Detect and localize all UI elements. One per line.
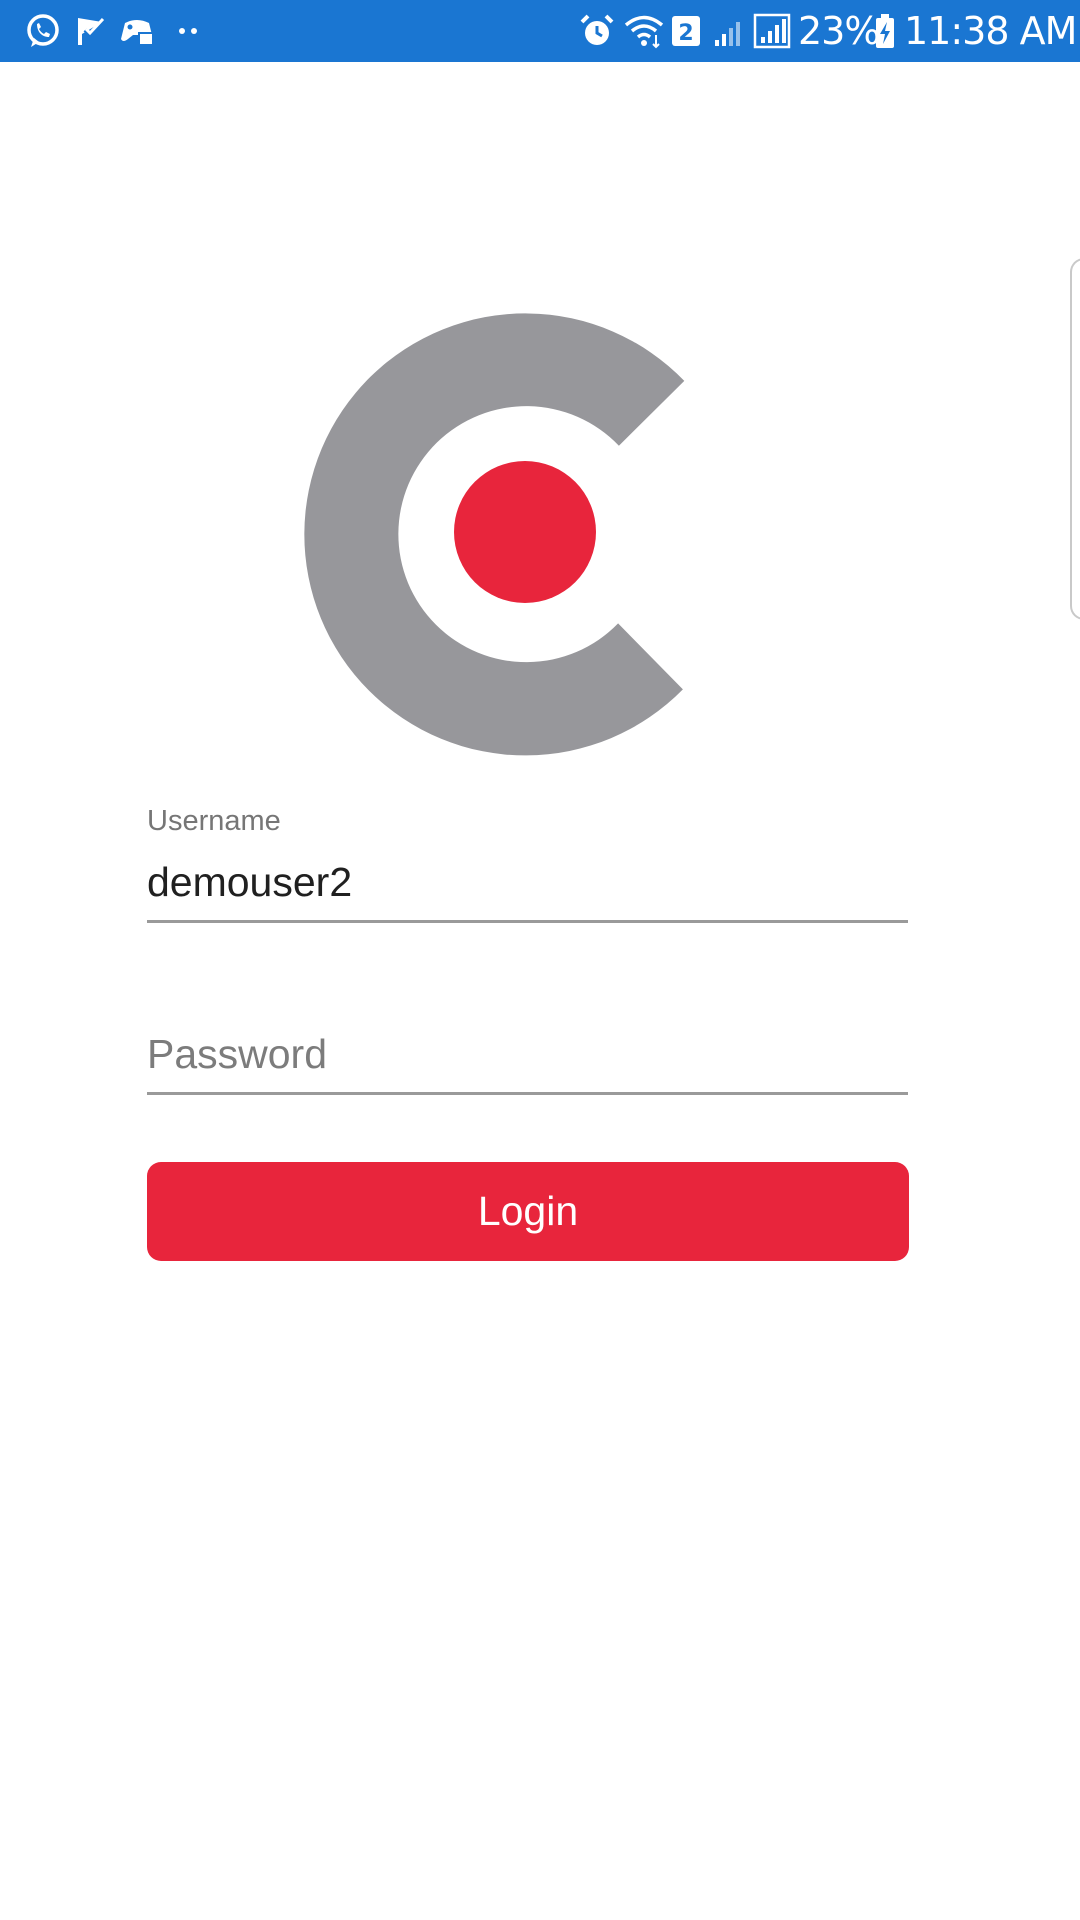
more-notifications-icon (174, 0, 204, 62)
check-flag-icon (72, 0, 110, 62)
username-underline (147, 920, 908, 923)
app-logo (300, 305, 760, 765)
password-underline (147, 1092, 908, 1095)
battery-charging-icon (872, 0, 898, 62)
username-input[interactable] (147, 852, 908, 912)
signal-icon (752, 0, 792, 62)
battery-percent: 23% (798, 9, 880, 53)
clock: 11:38 AM (904, 9, 1077, 53)
signal-icon (712, 0, 748, 62)
wifi-icon (622, 0, 666, 62)
game-controller-icon (118, 0, 156, 62)
status-bar: 2 23% 11:38 AM (0, 0, 1080, 62)
sim-slot-number: 2 (678, 21, 693, 46)
edge-panel-handle[interactable] (1070, 258, 1080, 620)
whatsapp-icon (22, 0, 64, 62)
alarm-icon (578, 0, 616, 62)
password-input[interactable] (147, 1024, 908, 1084)
username-field: Username (147, 805, 908, 925)
username-label: Username (147, 805, 281, 837)
sim-2-icon: 2 (670, 0, 702, 62)
login-button[interactable]: Login (147, 1162, 909, 1261)
brand-logo-icon (304, 313, 685, 756)
password-field (147, 1020, 908, 1100)
